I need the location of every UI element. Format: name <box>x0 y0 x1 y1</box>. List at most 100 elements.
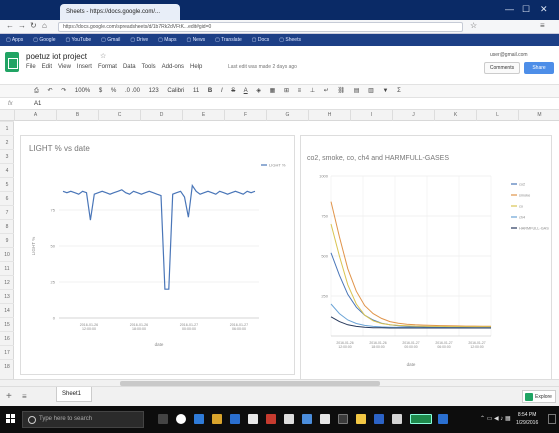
chrome-active-icon[interactable] <box>410 414 432 424</box>
text-color-button[interactable]: A <box>244 88 248 94</box>
column-header[interactable]: J <box>392 110 434 121</box>
menu-item-view[interactable]: View <box>58 64 71 70</box>
column-header[interactable]: F <box>224 110 266 121</box>
browser-tab[interactable]: Sheets - https://docs.google.com/... <box>60 4 180 20</box>
close-icon[interactable]: ✕ <box>540 4 548 15</box>
row-header[interactable]: 11 <box>0 261 14 275</box>
column-header[interactable]: E <box>182 110 224 121</box>
menu-item-insert[interactable]: Insert <box>77 64 92 70</box>
bookmark-star-icon[interactable]: ☆ <box>470 21 477 30</box>
app-icon-yellow[interactable] <box>356 414 366 424</box>
store-icon[interactable] <box>230 414 240 424</box>
bookmark-item[interactable]: ▢ Docs <box>252 37 270 43</box>
bookmark-item[interactable]: ▢ Drive <box>130 37 148 43</box>
print-icon[interactable]: ⎙ <box>34 88 39 94</box>
menu-item-tools[interactable]: Tools <box>142 64 156 70</box>
horizontal-scrollbar[interactable] <box>0 379 559 386</box>
menu-item-data[interactable]: Data <box>123 64 136 70</box>
minimize-icon[interactable]: — <box>505 4 514 14</box>
redo-icon[interactable]: ↷ <box>61 88 66 94</box>
explore-button[interactable]: Explore <box>522 390 556 403</box>
undo-icon[interactable]: ↶ <box>47 88 52 94</box>
url-input[interactable]: https://docs.google.com/spreadsheets/d/1… <box>58 22 463 32</box>
account-email[interactable]: user@gmail.com <box>490 52 528 58</box>
row-header[interactable]: 18 <box>0 359 14 373</box>
column-header[interactable]: C <box>98 110 140 121</box>
home-icon[interactable]: ⌂ <box>42 21 47 30</box>
row-header[interactable]: 9 <box>0 233 14 247</box>
sheet-tab[interactable]: Sheet1 <box>56 387 92 402</box>
wrap-icon[interactable]: ↵ <box>324 88 329 94</box>
link-icon[interactable]: ⛓ <box>337 88 345 94</box>
row-header[interactable]: 7 <box>0 205 14 219</box>
row-header[interactable]: 6 <box>0 191 14 205</box>
reload-icon[interactable]: ↻ <box>30 21 37 30</box>
notifications-icon[interactable] <box>548 414 556 424</box>
light-chart[interactable]: LIGHT % vs date 75 50 25 0 2016-01-26 12:00:0… <box>20 135 295 375</box>
row-header[interactable]: 2 <box>0 135 14 149</box>
system-tray[interactable]: ⌃ ▭ ◀ ♪ ▦ <box>480 415 511 422</box>
bookmark-item[interactable]: ▢ Sheets <box>279 37 301 43</box>
share-button[interactable]: Share <box>524 62 554 74</box>
row-header[interactable]: 4 <box>0 163 14 177</box>
column-header[interactable]: A <box>14 110 56 121</box>
taskbar-clock[interactable]: 8:54 PM 1/29/2016 <box>516 411 538 427</box>
column-header[interactable]: G <box>266 110 308 121</box>
app-icon-red[interactable] <box>266 414 276 424</box>
taskbar-search-input[interactable]: Type here to search <box>22 411 144 428</box>
sheets-logo-icon[interactable] <box>5 52 19 72</box>
fill-color-icon[interactable]: ◈ <box>256 88 261 94</box>
bookmark-item[interactable]: ▢ YouTube <box>65 37 91 43</box>
number-format-button[interactable]: 123 <box>149 88 159 94</box>
zoom-select[interactable]: 100% <box>75 88 90 94</box>
column-header[interactable]: B <box>56 110 98 121</box>
font-size-select[interactable]: 11 <box>193 88 199 94</box>
task-view-icon[interactable] <box>158 414 168 424</box>
app-icon-light[interactable] <box>392 414 402 424</box>
mail-icon[interactable] <box>248 414 258 424</box>
app-icon-word[interactable] <box>374 414 384 424</box>
menu-item-help[interactable]: Help <box>190 64 202 70</box>
decimals-button[interactable]: .0 .00 <box>125 88 140 94</box>
percent-button[interactable]: % <box>111 88 116 94</box>
star-icon[interactable]: ☆ <box>100 52 106 60</box>
app-icon-dark[interactable] <box>338 414 348 424</box>
row-header[interactable]: 14 <box>0 303 14 317</box>
filter-icon[interactable]: ▼ <box>382 88 388 94</box>
comments-button[interactable]: Comments <box>484 62 520 74</box>
bookmark-item[interactable]: ▢ Google <box>33 37 55 43</box>
bookmark-item[interactable]: ▢ Apps <box>6 37 23 43</box>
italic-button[interactable]: I <box>221 88 223 94</box>
menu-item-file[interactable]: File <box>26 64 36 70</box>
menu-item-format[interactable]: Format <box>98 64 117 70</box>
row-header[interactable]: 17 <box>0 345 14 359</box>
strikethrough-button[interactable]: S <box>231 88 235 94</box>
file-explorer-icon[interactable] <box>212 414 222 424</box>
column-header[interactable]: D <box>140 110 182 121</box>
bookmark-item[interactable]: ▢ Translate <box>215 37 242 43</box>
app-icon-white[interactable] <box>320 414 330 424</box>
column-header[interactable]: L <box>476 110 518 121</box>
column-header[interactable]: M <box>518 110 559 121</box>
menu-item-addons[interactable]: Add-ons <box>162 64 184 70</box>
currency-button[interactable]: $ <box>99 88 102 94</box>
font-select[interactable]: Calibri <box>167 88 184 94</box>
document-title[interactable]: poetuz iot project <box>26 52 87 61</box>
chart-icon[interactable]: ▥ <box>368 88 374 94</box>
app-icon-grey[interactable] <box>284 414 294 424</box>
gas-chart[interactable]: co2, smoke, co, ch4 and HARMFULL-GASES 1… <box>300 135 552 380</box>
cell-reference[interactable]: A1 <box>34 98 41 110</box>
merge-icon[interactable]: ⊞ <box>284 88 289 94</box>
bookmark-item[interactable]: ▢ Gmail <box>101 37 120 43</box>
column-header[interactable]: H <box>308 110 350 121</box>
row-header[interactable]: 12 <box>0 275 14 289</box>
row-header[interactable]: 8 <box>0 219 14 233</box>
row-header[interactable]: 15 <box>0 317 14 331</box>
cortana-icon[interactable] <box>176 414 186 424</box>
windows-start-icon[interactable] <box>6 414 16 424</box>
menu-item-edit[interactable]: Edit <box>42 64 52 70</box>
row-header[interactable]: 13 <box>0 289 14 303</box>
bookmark-item[interactable]: ▢ News <box>186 37 205 43</box>
align-icon[interactable]: ≡ <box>298 88 302 94</box>
plus-icon[interactable]: + <box>6 391 12 402</box>
